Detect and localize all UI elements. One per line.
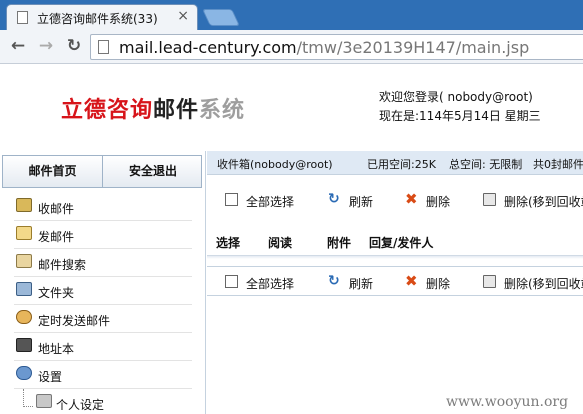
logo-company: 立德咨询: [61, 98, 154, 123]
top-action-bar: 全部选择 ↻ 刷新 ✖ 删除 删除(移到回收站): [207, 185, 583, 215]
sidebar-item-label: 个人设定: [56, 398, 105, 412]
inbox-icon: [16, 198, 32, 212]
url-host: mail.lead-century.com: [119, 38, 297, 57]
mailbox-info-bar: 收件箱(nobody@root) 已用空间:25K 总空间: 无限制 共0封邮件: [207, 151, 583, 175]
nav-list: 收邮件 发邮件 邮件搜索 文件夹 定时发送邮件 地址本 设置 个人设定: [14, 193, 192, 414]
page-icon: [98, 40, 109, 54]
compose-icon: [16, 226, 32, 240]
delete-to-trash-label: 删除(移到回收站): [504, 195, 583, 209]
app-header: 立德咨询邮件系统 欢迎您登录( nobody@root) 现在是:114年5月1…: [0, 64, 583, 150]
delete-label: 删除: [426, 277, 451, 291]
welcome-text: 欢迎您登录( nobody@root): [379, 90, 533, 104]
gear-icon: [16, 366, 32, 380]
address-bar[interactable]: mail.lead-century.com/tmw/3e20139H147/ma…: [90, 34, 583, 60]
personal-settings-icon: [36, 394, 52, 408]
column-reply-sender[interactable]: 回复/发件人: [369, 234, 433, 251]
refresh-icon: ↻: [328, 191, 340, 207]
sidebar-item-settings[interactable]: 设置: [14, 361, 192, 389]
search-mail-icon: [16, 254, 32, 268]
browser-tabstrip: 立德咨询邮件系统(33) ×: [0, 0, 583, 30]
sidebar-item-scheduled-send[interactable]: 定时发送邮件: [14, 305, 192, 333]
sidebar-item-folders[interactable]: 文件夹: [14, 277, 192, 305]
column-read[interactable]: 阅读: [268, 234, 292, 251]
tree-connector: [23, 389, 33, 407]
checkbox-icon: [225, 275, 238, 288]
browser-toolbar: ← → ↻ mail.lead-century.com/tmw/3e20139H…: [0, 30, 583, 64]
sidebar-item-inbox[interactable]: 收邮件: [14, 193, 192, 221]
trash-icon: [483, 193, 496, 206]
sidebar-item-mail-search[interactable]: 邮件搜索: [14, 249, 192, 277]
sidebar-item-personal-settings[interactable]: 个人设定: [14, 389, 192, 414]
address-book-icon: [16, 338, 32, 352]
close-tab-icon[interactable]: ×: [177, 8, 189, 24]
forward-icon[interactable]: →: [36, 36, 56, 56]
sidebar-item-label: 邮件搜索: [38, 258, 87, 272]
delete-label: 删除: [426, 195, 451, 209]
reload-icon[interactable]: ↻: [64, 36, 84, 56]
trash-icon: [483, 275, 496, 288]
current-date: 现在是:114年5月14日 星期三: [379, 109, 541, 123]
select-all-label: 全部选择: [246, 277, 295, 291]
sidebar-item-label: 定时发送邮件: [38, 314, 111, 328]
sidebar-item-label: 地址本: [38, 342, 75, 356]
clock-icon: [16, 310, 32, 324]
sidebar-item-compose[interactable]: 发邮件: [14, 221, 192, 249]
new-tab-button[interactable]: [202, 9, 240, 26]
tab-title: 立德咨询邮件系统(33): [37, 12, 158, 26]
refresh-icon: ↻: [328, 273, 340, 289]
url-text[interactable]: mail.lead-century.com/tmw/3e20139H147/ma…: [119, 38, 529, 57]
sidebar-item-label: 收邮件: [38, 202, 75, 216]
folder-icon: [16, 282, 32, 296]
logo-mail: 邮件: [153, 98, 200, 123]
column-attachment[interactable]: 附件: [327, 234, 351, 251]
main-pane: 收件箱(nobody@root) 已用空间:25K 总空间: 无限制 共0封邮件…: [207, 151, 583, 414]
welcome-block: 欢迎您登录( nobody@root) 现在是:114年5月14日 星期三: [379, 88, 541, 126]
watermark: www.wooyun.org: [446, 394, 569, 410]
logo-system: 系统: [199, 98, 246, 123]
tab-mail-home[interactable]: 邮件首页: [3, 156, 103, 187]
refresh-label: 刷新: [349, 195, 374, 209]
tab-logout[interactable]: 安全退出: [103, 156, 203, 187]
logo: 立德咨询邮件系统: [61, 92, 245, 124]
sidebar-item-label: 设置: [38, 370, 63, 384]
sidebar-item-label: 发邮件: [38, 230, 75, 244]
mail-count: 共0封邮件: [533, 158, 583, 171]
url-path: /tmw/3e20139H147/main.jsp: [296, 38, 530, 57]
checkbox-icon: [225, 193, 238, 206]
sidebar-item-address-book[interactable]: 地址本: [14, 333, 192, 361]
used-space: 已用空间:25K: [367, 158, 436, 171]
sidebar-item-label: 文件夹: [38, 286, 75, 300]
delete-x-icon: ✖: [405, 272, 418, 290]
column-select[interactable]: 选择: [216, 234, 240, 251]
left-nav: 邮件首页 安全退出 收邮件 发邮件 邮件搜索 文件夹 定时发送邮件 地址本 设置…: [0, 151, 206, 414]
mail-list-header: 选择 阅读 附件 回复/发件人: [207, 231, 583, 253]
delete-to-trash-label: 删除(移到回收站): [504, 277, 583, 291]
bottom-action-bar: 全部选择 ↻ 刷新 ✖ 删除 删除(移到回收站): [207, 266, 583, 296]
delete-x-icon: ✖: [405, 190, 418, 208]
select-all-label: 全部选择: [246, 195, 295, 209]
nav-tabs: 邮件首页 安全退出: [2, 155, 202, 188]
browser-tab[interactable]: 立德咨询邮件系统(33) ×: [6, 4, 198, 30]
refresh-label: 刷新: [349, 277, 374, 291]
total-space: 总空间: 无限制: [449, 158, 523, 171]
mailbox-label: 收件箱(nobody@root): [217, 158, 333, 171]
list-divider: [207, 255, 583, 259]
page-favicon-icon: [17, 11, 28, 24]
back-icon[interactable]: ←: [8, 36, 28, 56]
